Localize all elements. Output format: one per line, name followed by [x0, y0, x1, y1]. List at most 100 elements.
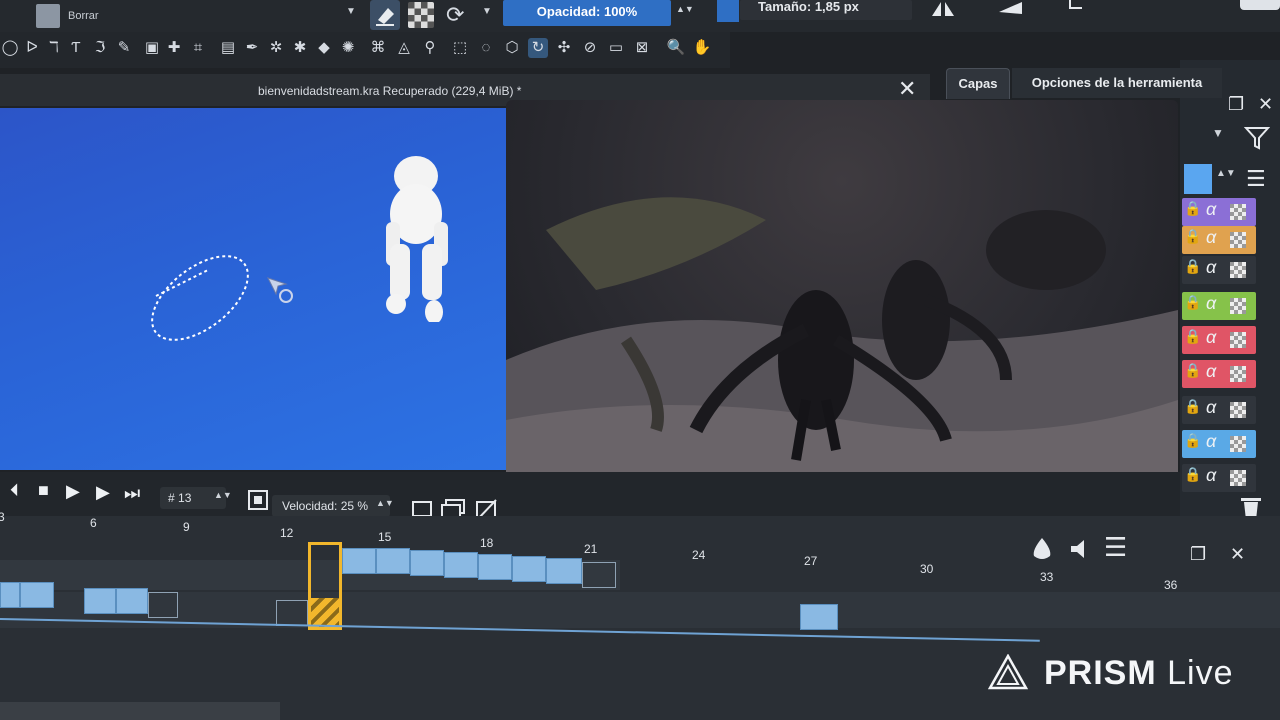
alpha-lock-icon[interactable]: α [1206, 397, 1216, 418]
keyframe-cell[interactable] [84, 588, 116, 614]
empty-frame-cell[interactable] [276, 600, 308, 626]
docker-menu-icon[interactable]: ☰ [1246, 166, 1266, 192]
polyline-icon[interactable]: ᐅ [22, 38, 42, 58]
keyframe-cell[interactable] [410, 550, 444, 576]
keyframe-cell[interactable] [478, 554, 512, 580]
inherit-alpha-icon[interactable] [1230, 204, 1246, 220]
eraser-mode-button[interactable] [370, 0, 400, 30]
filter-icon[interactable] [1244, 124, 1270, 150]
layer-row[interactable]: 🔒 α [1182, 198, 1256, 226]
inherit-alpha-icon[interactable] [1230, 470, 1246, 486]
gradient-icon[interactable]: ▤ [218, 38, 238, 58]
layer-row[interactable]: 🔒 α [1182, 326, 1256, 354]
similar-select-icon[interactable]: ⊘ [580, 38, 600, 58]
last-frame-icon[interactable]: ⏭ [124, 483, 140, 504]
speed-spin-icon[interactable]: ▲▼ [376, 498, 394, 508]
float-timeline-icon[interactable]: ❐ [1190, 544, 1206, 565]
lock-icon[interactable]: 🔒 [1184, 258, 1201, 275]
color-picker-icon[interactable]: ✒ [242, 38, 262, 58]
dynamic-brush-icon[interactable]: ✎ [114, 38, 134, 58]
fill-icon[interactable]: ✱ [290, 38, 310, 58]
pattern-icon[interactable]: ◆ [314, 38, 334, 58]
reference-icon[interactable]: ◬ [394, 38, 414, 58]
alpha-lock-icon[interactable]: α [1206, 257, 1216, 278]
inherit-alpha-icon[interactable] [1230, 262, 1246, 278]
empty-frame-cell[interactable] [582, 562, 616, 588]
tab-layers[interactable]: Capas [946, 68, 1010, 99]
lock-icon[interactable]: 🔒 [1184, 398, 1201, 415]
brush-preset-icon[interactable] [36, 4, 60, 28]
next-frame-icon[interactable]: ▶ [96, 482, 110, 503]
chevron-down-icon[interactable]: ▼ [482, 6, 492, 17]
pan-icon[interactable]: ✋ [692, 38, 712, 58]
size-slider[interactable]: Tamaño: 1,85 px [740, 0, 912, 20]
layer-row[interactable]: 🔒 α [1182, 360, 1256, 388]
drop-frames-icon[interactable] [246, 488, 270, 512]
layer-row[interactable]: 🔒 α [1182, 396, 1256, 424]
float-docker-icon[interactable]: ❐ [1228, 94, 1244, 115]
transform-icon[interactable]: ⌘ [368, 38, 388, 58]
inherit-alpha-icon[interactable] [1230, 402, 1246, 418]
zoom-icon[interactable]: 🔍 [666, 38, 686, 58]
measure-icon[interactable]: ℸ [44, 38, 64, 58]
assistant-icon[interactable]: ✺ [338, 38, 358, 58]
keyframe-cell[interactable] [546, 558, 582, 584]
ellipse-select-icon[interactable]: ◯ [0, 38, 20, 58]
text-icon[interactable]: Ƭ [66, 38, 86, 58]
layer-row[interactable]: 🔒 α [1182, 226, 1256, 254]
layer-opacity-field[interactable] [1184, 164, 1212, 194]
contiguous-select-icon[interactable]: ✣ [554, 38, 574, 58]
alpha-lock-icon[interactable]: α [1206, 361, 1216, 382]
lock-icon[interactable]: 🔒 [1184, 432, 1201, 449]
play-icon[interactable]: ▶ [66, 481, 80, 502]
keyframe-cell[interactable] [376, 548, 410, 574]
keyframe-cell[interactable] [342, 548, 376, 574]
polygon-select-icon[interactable]: ⬡ [502, 38, 522, 58]
lock-icon[interactable]: 🔒 [1184, 200, 1201, 217]
inherit-alpha-icon[interactable] [1230, 436, 1246, 452]
opacity-spin-icon[interactable]: ▲▼ [676, 4, 694, 14]
layer-row[interactable]: 🔒 α [1182, 464, 1256, 492]
layer-row[interactable]: 🔒 α [1182, 256, 1256, 284]
workspace-button[interactable] [1240, 0, 1280, 10]
bezier-select-icon[interactable]: ▭ [606, 38, 626, 58]
inherit-alpha-icon[interactable] [1230, 298, 1246, 314]
close-timeline-icon[interactable]: ✕ [1230, 544, 1245, 565]
mirror-vertical-icon[interactable] [996, 0, 1026, 16]
keyframe-cell[interactable] [116, 588, 148, 614]
playback-speed-field[interactable]: Velocidad: 25 % [272, 495, 390, 517]
lock-icon[interactable]: 🔒 [1184, 328, 1201, 345]
keyframe-cell[interactable] [0, 582, 20, 608]
lock-icon[interactable]: 🔒 [1184, 362, 1201, 379]
inherit-alpha-icon[interactable] [1230, 332, 1246, 348]
move-icon[interactable]: ✚ [164, 38, 184, 58]
blend-mode-chevron-icon[interactable]: ▼ [1212, 126, 1224, 140]
chevron-down-icon[interactable]: ▼ [346, 6, 356, 17]
alpha-lock-icon[interactable]: α [1206, 227, 1216, 248]
keyframe-cell[interactable] [20, 582, 54, 608]
smart-patch-icon[interactable]: ✲ [266, 38, 286, 58]
alpha-lock-icon[interactable]: α [1206, 293, 1216, 314]
pin-icon[interactable]: ⚲ [420, 38, 440, 58]
magnetic-select-icon[interactable]: ⊠ [632, 38, 652, 58]
keyframe-cell[interactable] [512, 556, 546, 582]
crop-icon[interactable]: ⌗ [188, 38, 208, 58]
previous-keyframe-icon[interactable]: ⏴ [10, 480, 19, 501]
lock-icon[interactable]: 🔒 [1184, 466, 1201, 483]
audio-icon[interactable] [1068, 538, 1094, 560]
keyframe-cell[interactable] [444, 552, 478, 578]
tab-tool-options[interactable]: Opciones de la herramienta [1012, 68, 1222, 98]
lock-icon[interactable]: 🔒 [1184, 228, 1201, 245]
inherit-alpha-icon[interactable] [1230, 366, 1246, 382]
rect-icon[interactable]: ▣ [142, 38, 162, 58]
alpha-lock-icon[interactable]: α [1206, 199, 1216, 220]
lock-icon[interactable]: 🔒 [1184, 294, 1201, 311]
inherit-alpha-icon[interactable] [1230, 232, 1246, 248]
ellipse-sel-icon[interactable]: ◌ [476, 38, 496, 58]
mirror-horizontal-icon[interactable] [928, 0, 958, 18]
reference-video-window[interactable] [506, 100, 1178, 506]
frame-spin-icon[interactable]: ▲▼ [214, 490, 232, 500]
alpha-lock-icon[interactable]: α [1206, 431, 1216, 452]
close-docker-icon[interactable]: ✕ [1258, 94, 1273, 115]
alpha-lock-icon[interactable]: α [1206, 327, 1216, 348]
